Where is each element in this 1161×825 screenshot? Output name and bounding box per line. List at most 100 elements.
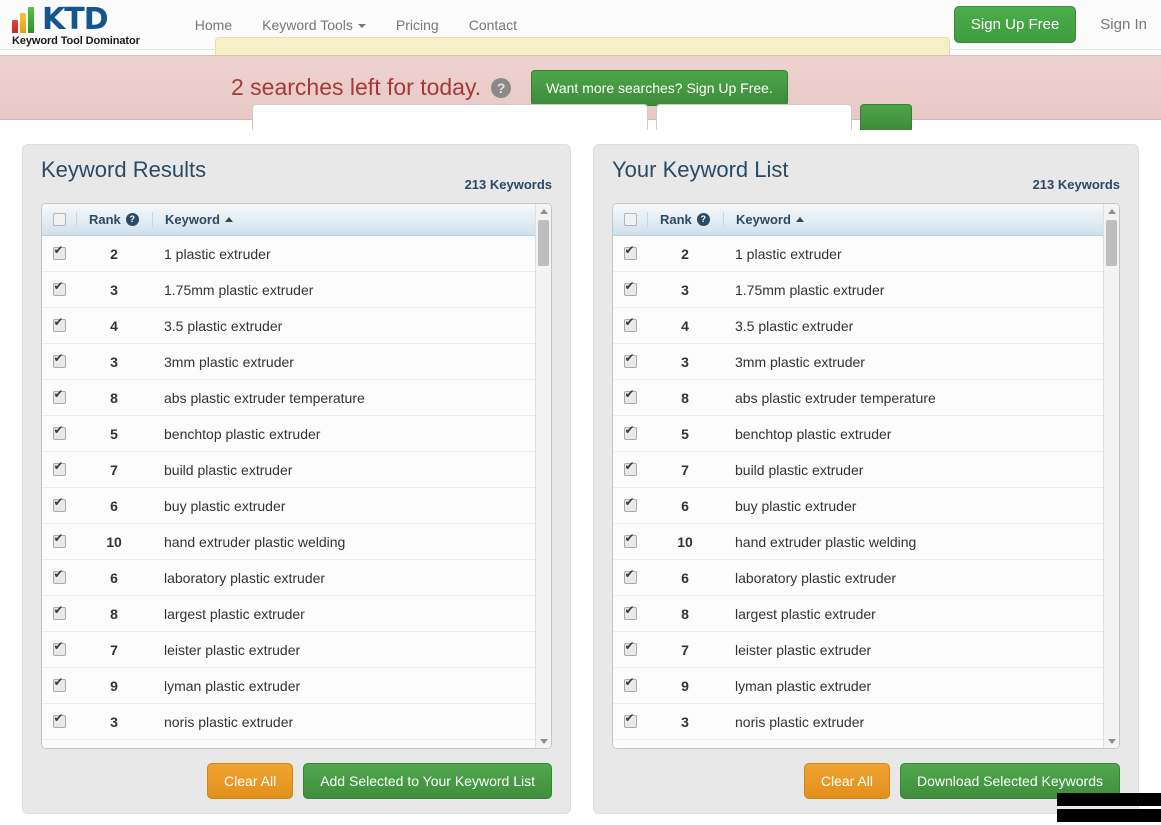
row-checkbox[interactable] — [52, 388, 66, 404]
rank-column-header[interactable]: Rank ? — [647, 212, 723, 227]
row-checkbox[interactable] — [52, 280, 66, 296]
row-checkbox-cell — [42, 460, 76, 476]
table-row[interactable]: 3 3mm plastic extruder — [42, 344, 551, 380]
brand-abbr: KTD — [42, 1, 109, 37]
keyword-cell: 3.5 plastic extruder — [164, 317, 283, 334]
sign-up-free-button[interactable]: Sign Up Free — [953, 6, 1077, 43]
table-row[interactable]: 6 laboratory plastic extruder — [42, 560, 551, 596]
panel-title: Your Keyword List — [612, 157, 789, 182]
row-checkbox[interactable] — [623, 388, 637, 404]
keyword-column-header[interactable]: Keyword — [152, 212, 551, 227]
table-row[interactable]: 4 3.5 plastic extruder — [613, 308, 1119, 344]
want-more-searches-button[interactable]: Want more searches? Sign Up Free. — [531, 69, 788, 106]
nav-item-keyword-tools[interactable]: Keyword Tools — [247, 17, 381, 33]
row-checkbox[interactable] — [623, 280, 637, 296]
table-row[interactable]: 5 benchtop plastic extruder — [613, 416, 1119, 452]
table-row[interactable]: 2 1 plastic extruder — [42, 236, 551, 272]
row-checkbox[interactable] — [623, 640, 637, 656]
table-row[interactable]: 3 1.75mm plastic extruder — [613, 272, 1119, 308]
rank-cell: 5 — [681, 425, 689, 442]
row-checkbox-cell — [613, 244, 647, 260]
table-row[interactable]: 10 hand extruder plastic welding — [42, 524, 551, 560]
table-row[interactable]: 10 hand extruder plastic welding — [613, 524, 1119, 560]
table-row[interactable]: 5 benchtop plastic extruder — [42, 416, 551, 452]
rank-cell: 3 — [110, 713, 118, 730]
rank-column-header[interactable]: Rank ? — [76, 212, 152, 227]
table-row[interactable]: 7 leister plastic extruder — [42, 632, 551, 668]
table-row[interactable]: 6 laboratory plastic extruder — [613, 560, 1119, 596]
row-checkbox[interactable] — [52, 532, 66, 548]
keyword-search-input[interactable] — [252, 104, 648, 130]
brand-logo[interactable]: KTD Keyword Tool Dominator — [12, 3, 140, 47]
rank-help-icon[interactable]: ? — [125, 213, 139, 226]
table-row[interactable]: 8 abs plastic extruder temperature — [613, 380, 1119, 416]
table-row[interactable]: 7 leister plastic extruder — [613, 632, 1119, 668]
row-checkbox[interactable] — [623, 424, 637, 440]
row-checkbox[interactable] — [52, 460, 66, 476]
scrollbar-down-arrow[interactable] — [1104, 734, 1119, 748]
row-checkbox[interactable] — [52, 568, 66, 584]
table-row[interactable]: 7 build plastic extruder — [42, 452, 551, 488]
rank-cell: 3 — [681, 281, 689, 298]
table-row[interactable]: 9 lyman plastic extruder — [42, 668, 551, 704]
row-checkbox[interactable] — [623, 604, 637, 620]
scrollbar-down-arrow[interactable] — [536, 734, 551, 748]
sign-in-link[interactable]: Sign In — [1100, 16, 1147, 33]
nav-item-pricing[interactable]: Pricing — [381, 17, 454, 33]
row-checkbox[interactable] — [52, 640, 66, 656]
search-engine-input[interactable] — [656, 104, 852, 130]
row-checkbox[interactable] — [52, 424, 66, 440]
rank-help-icon[interactable]: ? — [696, 213, 710, 226]
row-checkbox[interactable] — [623, 568, 637, 584]
nav-item-home[interactable]: Home — [180, 17, 247, 33]
scrollbar-thumb[interactable] — [538, 220, 549, 266]
table-row[interactable]: 3 3mm plastic extruder — [613, 344, 1119, 380]
row-checkbox[interactable] — [52, 316, 66, 332]
table-row[interactable]: 6 buy plastic extruder — [613, 488, 1119, 524]
table-row[interactable]: 9 lyman plastic extruder — [613, 668, 1119, 704]
row-checkbox[interactable] — [52, 712, 66, 728]
table-row[interactable]: 4 3.5 plastic extruder — [42, 308, 551, 344]
row-checkbox[interactable] — [623, 712, 637, 728]
select-all-checkbox[interactable] — [623, 213, 637, 226]
row-checkbox[interactable] — [623, 244, 637, 260]
row-checkbox[interactable] — [623, 532, 637, 548]
table-row[interactable]: 3 noris plastic extruder — [613, 704, 1119, 740]
table-row[interactable]: 8 largest plastic extruder — [613, 596, 1119, 632]
table-row[interactable]: 6 buy plastic extruder — [42, 488, 551, 524]
brand-logo-top: KTD — [12, 1, 140, 37]
clear-all-list-button[interactable]: Clear All — [803, 763, 890, 799]
clear-all-results-button[interactable]: Clear All — [207, 763, 294, 799]
help-icon[interactable]: ? — [491, 77, 512, 98]
search-submit-button[interactable] — [860, 104, 912, 130]
row-checkbox[interactable] — [623, 676, 637, 692]
table-row[interactable]: 2 1 plastic extruder — [613, 236, 1119, 272]
row-checkbox[interactable] — [52, 352, 66, 368]
table-row[interactable]: 3 noris plastic extruder — [42, 704, 551, 740]
scrollbar-thumb[interactable] — [1106, 220, 1117, 266]
row-checkbox[interactable] — [52, 676, 66, 692]
row-checkbox[interactable] — [623, 496, 637, 512]
results-scrollbar[interactable] — [535, 204, 551, 748]
table-row[interactable]: 8 abs plastic extruder temperature — [42, 380, 551, 416]
row-checkbox[interactable] — [623, 316, 637, 332]
scrollbar-up-arrow[interactable] — [1104, 204, 1119, 218]
rank-cell: 7 — [681, 641, 689, 658]
row-checkbox[interactable] — [52, 496, 66, 512]
row-checkbox[interactable] — [52, 604, 66, 620]
keyword-column-header[interactable]: Keyword — [723, 212, 1119, 227]
row-checkbox[interactable] — [623, 352, 637, 368]
table-row[interactable]: 7 build plastic extruder — [613, 452, 1119, 488]
select-all-checkbox[interactable] — [52, 213, 66, 226]
list-scrollbar[interactable] — [1103, 204, 1119, 748]
rank-cell: 6 — [110, 569, 118, 586]
keyword-cell: 1 plastic extruder — [735, 245, 842, 262]
row-checkbox[interactable] — [623, 460, 637, 476]
add-selected-button[interactable]: Add Selected to Your Keyword List — [303, 763, 552, 799]
scrollbar-up-arrow[interactable] — [536, 204, 551, 218]
table-row[interactable]: 8 largest plastic extruder — [42, 596, 551, 632]
row-checkbox[interactable] — [52, 244, 66, 260]
table-row[interactable]: 3 1.75mm plastic extruder — [42, 272, 551, 308]
nav-item-contact[interactable]: Contact — [454, 17, 532, 33]
keyword-cell: buy plastic extruder — [164, 497, 286, 514]
